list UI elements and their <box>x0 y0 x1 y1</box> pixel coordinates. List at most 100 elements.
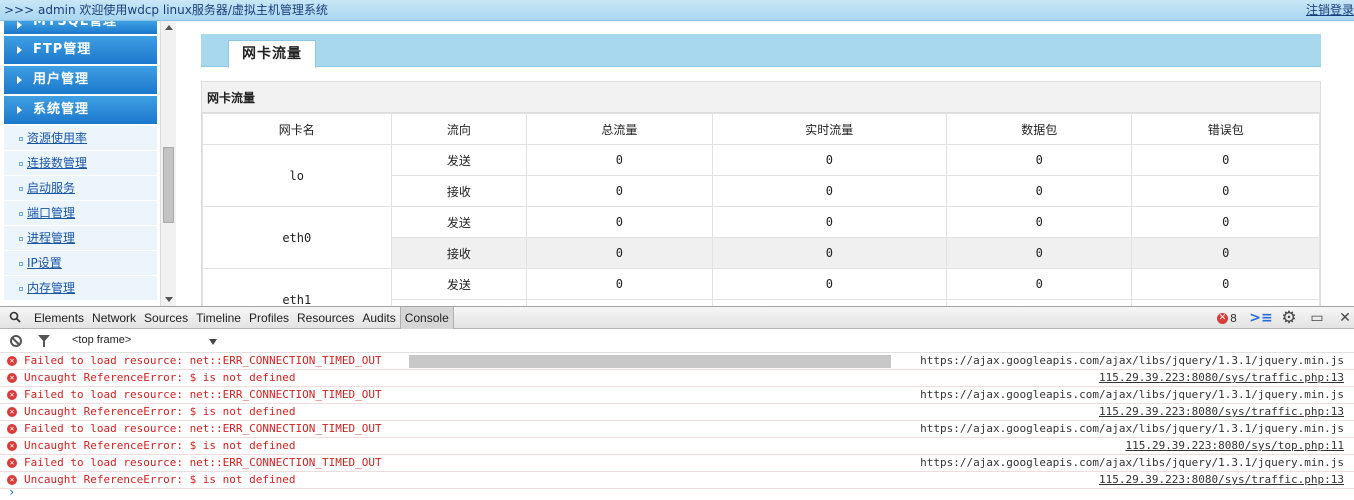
message-source-link[interactable]: 115.29.39.223:8080/sys/traffic.php:13 <box>1099 473 1344 486</box>
column-header: 流向 <box>390 113 528 145</box>
sidebar-item-label[interactable]: 内存管理 <box>27 281 75 295</box>
sidebar-section-label: FTP管理 <box>33 42 92 57</box>
sidebar-item-processes[interactable]: 进程管理 <box>4 226 157 251</box>
tab-elements[interactable]: Elements <box>30 307 88 329</box>
traffic-table: 网卡名 流向 总流量 实时流量 数据包 错误包 lo 发送 0 0 0 0 接收… <box>202 113 1320 306</box>
packets-cell: 0 <box>945 237 1133 269</box>
logout-link[interactable]: 注销登录 <box>1306 1 1354 18</box>
column-header: 网卡名 <box>202 113 392 145</box>
tab-network[interactable]: Network <box>88 307 140 329</box>
sidebar-section-label: 系统管理 <box>33 102 90 117</box>
sidebar-item-label[interactable]: 连接数管理 <box>27 156 87 170</box>
message-source-link[interactable]: 115.29.39.223:8080/sys/traffic.php:13 <box>1099 405 1344 418</box>
sidebar-item-label[interactable]: IP设置 <box>27 256 62 270</box>
sidebar-item-label[interactable]: 启动服务 <box>27 181 75 195</box>
message-text: Uncaught ReferenceError: $ is not define… <box>24 405 296 418</box>
direction-cell: 发送 <box>390 206 528 238</box>
packets-cell: 0 <box>945 206 1133 238</box>
triangle-right-icon <box>17 106 22 114</box>
packets-cell: 0 <box>945 268 1133 300</box>
message-text: Failed to load resource: net::ERR_CONNEC… <box>24 388 382 401</box>
sidebar-item-connections[interactable]: 连接数管理 <box>4 151 157 176</box>
scroll-up-icon[interactable] <box>165 25 173 30</box>
message-source[interactable]: https://ajax.googleapis.com/ajax/libs/jq… <box>920 456 1344 469</box>
top-bar: >>> admin 欢迎使用wdcp linux服务器/虚拟主机管理系统 注销登… <box>0 0 1354 21</box>
prompt-caret-icon: › <box>8 485 16 499</box>
sidebar-section-label: 用户管理 <box>33 72 90 87</box>
tab-sources[interactable]: Sources <box>140 307 192 329</box>
tab-audits[interactable]: Audits <box>358 307 399 329</box>
tab-console[interactable]: Console <box>399 307 454 329</box>
message-source-link[interactable]: 115.29.39.223:8080/sys/traffic.php:13 <box>1099 371 1344 384</box>
message-text: Failed to load resource: net::ERR_CONNEC… <box>24 422 382 435</box>
sidebar-item-label[interactable]: 进程管理 <box>27 231 75 245</box>
realtime-cell: 0 <box>711 206 947 238</box>
triangle-right-icon <box>17 46 22 54</box>
console-drawer-icon[interactable]: >≡ <box>1249 309 1272 327</box>
welcome-text: >>> admin 欢迎使用wdcp linux服务器/虚拟主机管理系统 <box>4 3 328 17</box>
console-toolbar: <top frame> <box>0 329 1354 353</box>
devtools-panel: Elements Network Sources Timeline Profil… <box>0 306 1354 500</box>
console-message: ✕ Uncaught ReferenceError: $ is not defi… <box>0 370 1354 387</box>
scroll-down-icon[interactable] <box>165 297 173 302</box>
tab-timeline[interactable]: Timeline <box>192 307 245 329</box>
table-header-row: 网卡名 流向 总流量 实时流量 数据包 错误包 <box>202 113 1320 145</box>
sidebar-menu: MYSQL管理 FTP管理 用户管理 系统管理 资源使用率 连接数管理 启动服务 <box>4 21 157 306</box>
traffic-panel: 网卡流量 网卡名 流向 总流量 实时流量 数据包 错误包 lo 发送 0 0 0 <box>201 81 1321 306</box>
clear-console-icon[interactable] <box>10 335 22 347</box>
console-message: ✕ Failed to load resource: net::ERR_CONN… <box>0 387 1354 404</box>
sidebar-item-resource-usage[interactable]: 资源使用率 <box>4 126 157 151</box>
sidebar-scrollbar[interactable] <box>160 21 176 306</box>
error-count-text: 8 <box>1230 311 1237 325</box>
square-bullet-icon <box>19 237 23 241</box>
scrollbar-thumb[interactable] <box>163 147 174 223</box>
square-bullet-icon <box>19 137 23 141</box>
tab-traffic[interactable]: 网卡流量 <box>228 40 316 68</box>
console-prompt[interactable]: › <box>0 485 1354 499</box>
message-source[interactable]: https://ajax.googleapis.com/ajax/libs/jq… <box>920 388 1344 401</box>
column-header: 数据包 <box>945 113 1133 145</box>
message-source-link[interactable]: 115.29.39.223:8080/sys/top.php:11 <box>1125 439 1344 452</box>
sidebar-item-ports[interactable]: 端口管理 <box>4 201 157 226</box>
sidebar-section-ftp[interactable]: FTP管理 <box>4 36 157 64</box>
message-text: Uncaught ReferenceError: $ is not define… <box>24 439 296 452</box>
close-icon[interactable]: ✕ <box>1336 309 1354 327</box>
gear-icon[interactable]: ⚙ <box>1280 308 1298 328</box>
sidebar-item-services[interactable]: 启动服务 <box>4 176 157 201</box>
error-counter[interactable]: ✕ 8 <box>1217 312 1237 325</box>
column-header: 错误包 <box>1131 113 1320 145</box>
message-text: Uncaught ReferenceError: $ is not define… <box>24 371 296 384</box>
tab-resources[interactable]: Resources <box>293 307 358 329</box>
table-row: eth1 发送 0 0 0 0 <box>202 268 1320 306</box>
search-icon[interactable] <box>9 311 21 323</box>
frame-selector[interactable]: <top frame> <box>72 334 131 346</box>
filter-icon[interactable] <box>38 335 50 347</box>
sidebar-section-users[interactable]: 用户管理 <box>4 66 157 94</box>
square-bullet-icon <box>19 187 23 191</box>
error-circle-icon: ✕ <box>7 356 17 366</box>
direction-cell: 接收 <box>390 237 528 269</box>
message-source[interactable]: https://ajax.googleapis.com/ajax/libs/jq… <box>920 354 1344 367</box>
tab-profiles[interactable]: Profiles <box>245 307 293 329</box>
errors-cell: 0 <box>1131 144 1320 176</box>
sidebar-item-ip-settings[interactable]: IP设置 <box>4 251 157 276</box>
column-header: 总流量 <box>526 113 713 145</box>
packets-cell: 0 <box>945 175 1133 207</box>
direction-cell: 接收 <box>390 175 528 207</box>
sidebar-item-label[interactable]: 端口管理 <box>27 206 75 220</box>
sidebar-item-memory[interactable]: 内存管理 <box>4 276 157 301</box>
selection-highlight <box>409 355 891 368</box>
error-circle-icon: ✕ <box>7 458 17 468</box>
console-message: ✕ Uncaught ReferenceError: $ is not defi… <box>0 438 1354 455</box>
dock-icon[interactable]: ▭ <box>1308 309 1326 327</box>
sidebar-item-label[interactable]: 资源使用率 <box>27 131 87 145</box>
direction-cell: 发送 <box>390 144 528 176</box>
chevron-down-icon[interactable] <box>209 339 217 345</box>
message-source[interactable]: https://ajax.googleapis.com/ajax/libs/jq… <box>920 422 1344 435</box>
sidebar-section-system[interactable]: 系统管理 <box>4 96 157 124</box>
devtools-toolbar: Elements Network Sources Timeline Profil… <box>0 307 1354 329</box>
total-cell: 0 <box>526 144 713 176</box>
sidebar-section-mysql[interactable]: MYSQL管理 <box>4 21 157 34</box>
realtime-cell: 0 <box>711 144 947 176</box>
table-row: eth0 发送 0 0 0 0 <box>202 206 1320 269</box>
